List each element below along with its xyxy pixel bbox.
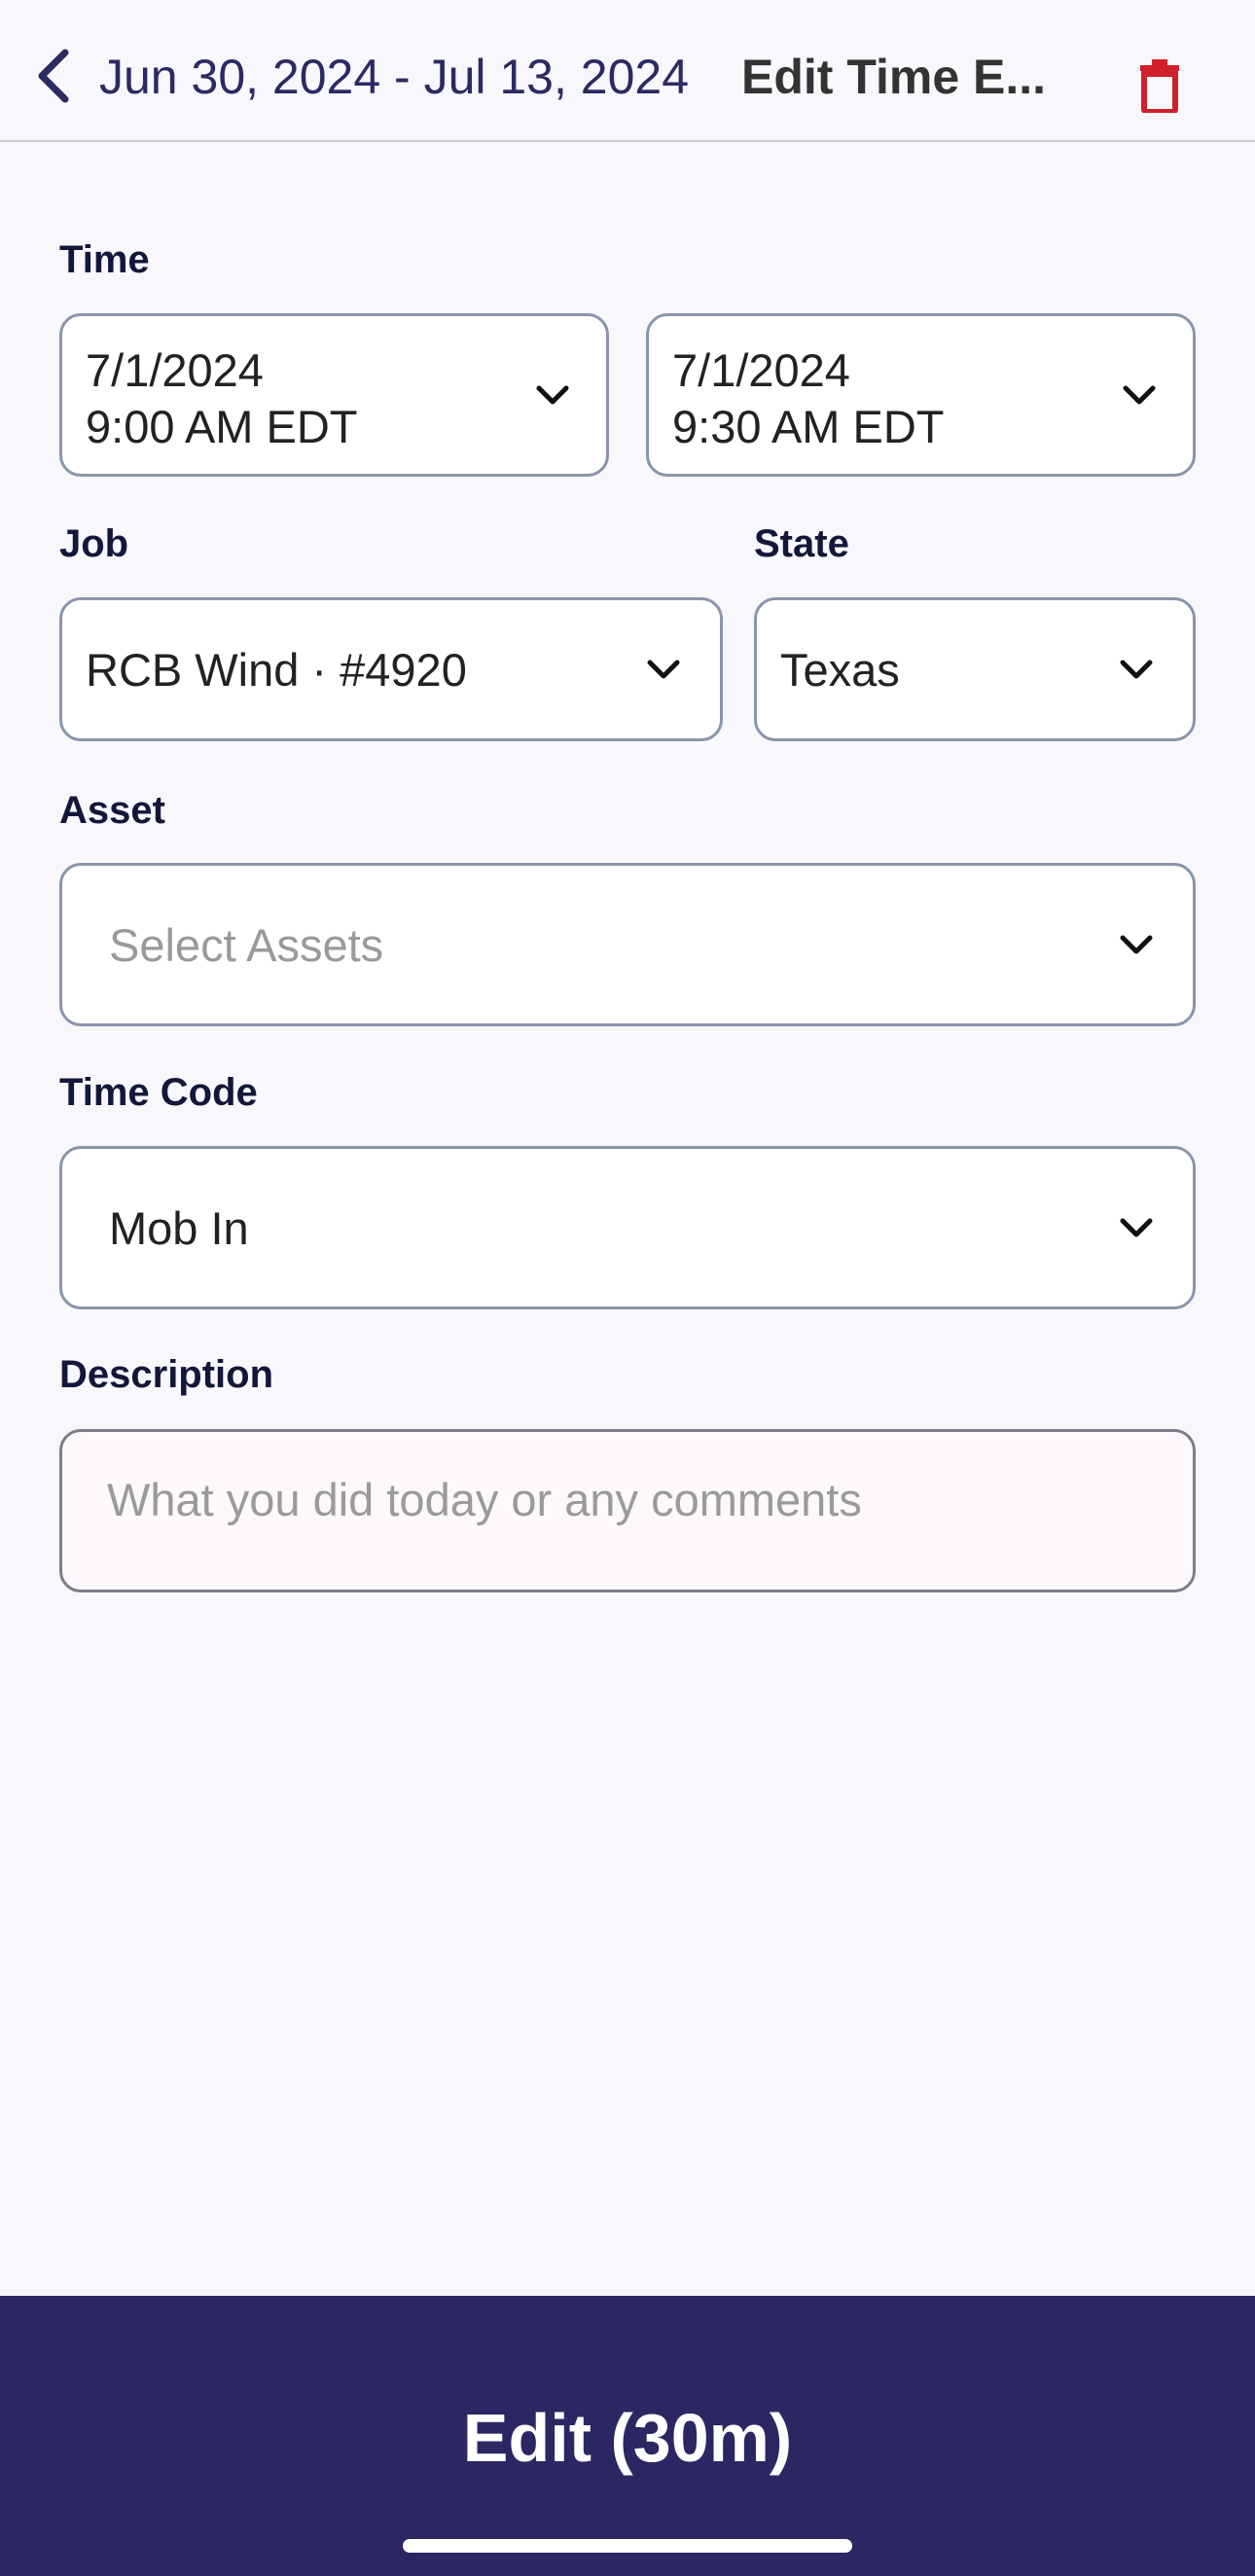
chevron-down-icon bbox=[647, 660, 680, 679]
time-code-dropdown[interactable]: Mob In bbox=[59, 1146, 1196, 1309]
chevron-down-icon bbox=[536, 385, 569, 405]
delete-button[interactable] bbox=[1129, 54, 1191, 117]
state-dropdown[interactable]: Texas bbox=[754, 597, 1196, 741]
back-title-date-range[interactable]: Jun 30, 2024 - Jul 13, 2024 bbox=[99, 47, 689, 107]
time-code-value: Mob In bbox=[109, 1202, 249, 1254]
page-title: Edit Time E... bbox=[741, 50, 1047, 104]
state-label: State bbox=[754, 522, 849, 565]
asset-placeholder: Select Assets bbox=[109, 919, 384, 971]
chevron-down-icon bbox=[1123, 385, 1156, 405]
chevron-down-icon bbox=[1120, 935, 1153, 954]
time-code-label: Time Code bbox=[59, 1071, 258, 1114]
job-value: RCB Wind · #4920 bbox=[86, 644, 467, 696]
chevron-left-icon bbox=[38, 49, 69, 103]
end-date-value: 7/1/2024 bbox=[672, 344, 850, 396]
time-label: Time bbox=[59, 238, 150, 281]
edit-time-entry-screen: Jun 30, 2024 - Jul 13, 2024 Edit Time E.… bbox=[0, 0, 1255, 2576]
asset-label: Asset bbox=[59, 789, 165, 832]
edit-submit-button[interactable]: Edit (30m) bbox=[0, 2296, 1255, 2576]
chevron-down-icon bbox=[1120, 660, 1153, 679]
description-label: Description bbox=[59, 1353, 274, 1396]
state-value: Texas bbox=[780, 644, 900, 696]
navigation-header: Jun 30, 2024 - Jul 13, 2024 Edit Time E.… bbox=[0, 0, 1255, 142]
trash-icon bbox=[1140, 59, 1179, 113]
job-label: Job bbox=[59, 522, 129, 565]
start-date-value: 7/1/2024 bbox=[86, 344, 264, 396]
job-dropdown[interactable]: RCB Wind · #4920 bbox=[59, 597, 723, 741]
back-button[interactable] bbox=[29, 41, 78, 111]
start-time-dropdown[interactable]: 7/1/2024 9:00 AM EDT bbox=[59, 313, 609, 477]
home-indicator bbox=[403, 2539, 852, 2553]
chevron-down-icon bbox=[1120, 1218, 1153, 1237]
start-time-value: 9:00 AM EDT bbox=[86, 401, 358, 452]
asset-dropdown[interactable]: Select Assets bbox=[59, 863, 1196, 1026]
edit-submit-label: Edit (30m) bbox=[462, 2400, 793, 2476]
end-time-value: 9:30 AM EDT bbox=[672, 401, 945, 452]
description-input[interactable]: What you did today or any comments bbox=[59, 1429, 1196, 1592]
description-placeholder: What you did today or any comments bbox=[107, 1474, 862, 1525]
end-time-dropdown[interactable]: 7/1/2024 9:30 AM EDT bbox=[646, 313, 1196, 477]
